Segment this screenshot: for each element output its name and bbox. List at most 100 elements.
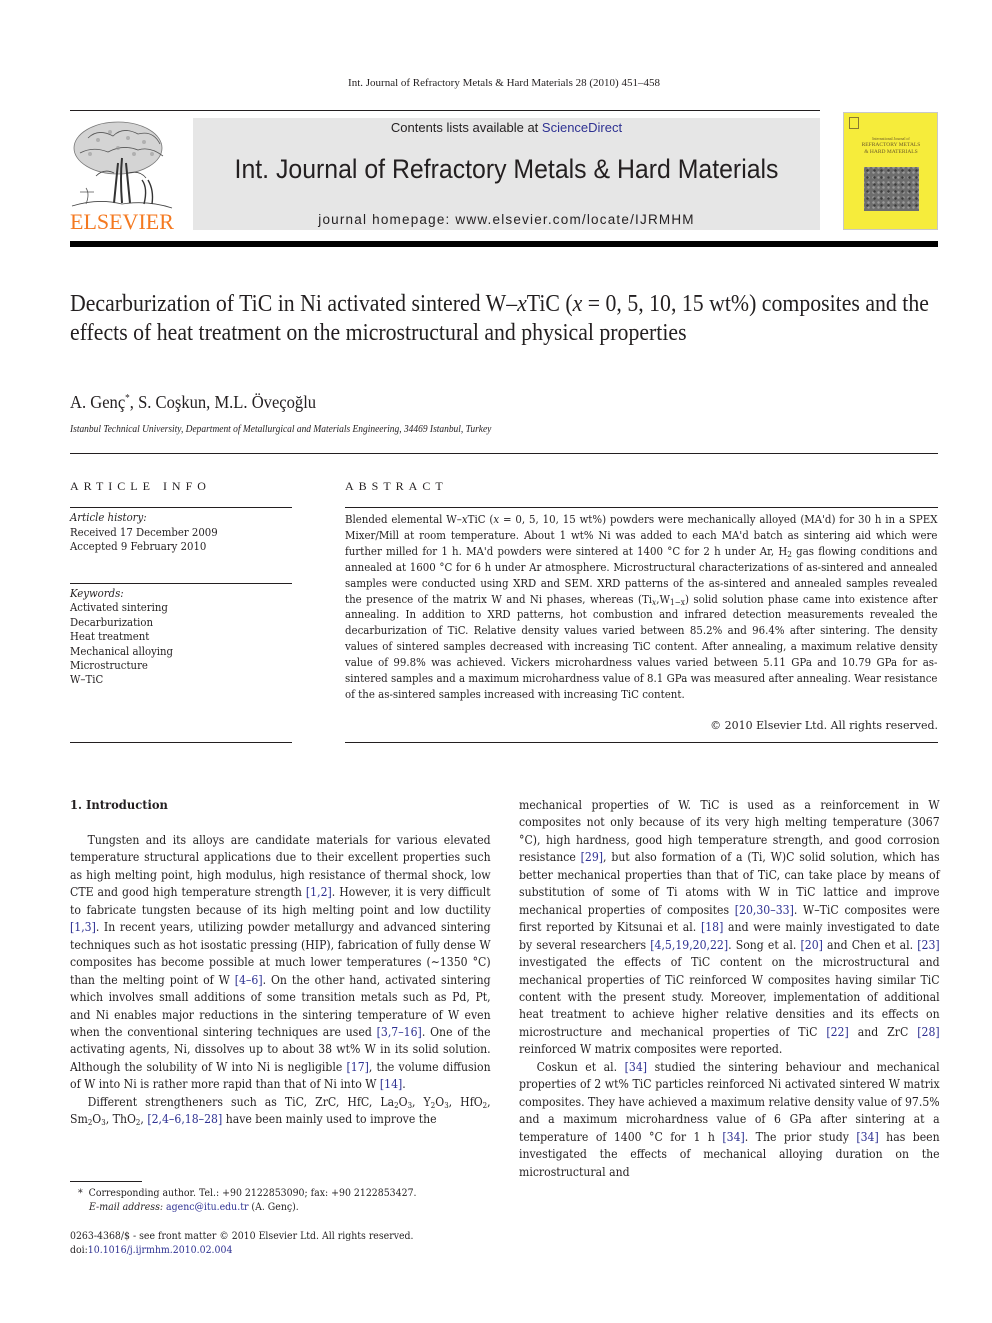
citation-link[interactable]: [34] — [722, 1129, 744, 1144]
article-history: Article history: Received 17 December 20… — [70, 511, 218, 555]
author-names[interactable]: , S. Coşkun, M.L. Öveçoğlu — [130, 392, 316, 412]
abstract-heading: ABSTRACT — [345, 479, 448, 493]
keyword: Heat treatment — [70, 630, 150, 644]
citation-link[interactable]: [2,4–6,18–28] — [147, 1111, 222, 1126]
text-run: . Song et al. — [728, 936, 801, 952]
citation-link[interactable]: [4,5,19,20,22] — [650, 937, 728, 952]
body-column-right: mechanical properties of W. TiC is used … — [519, 796, 940, 1180]
journal-banner: Contents lists available at ScienceDirec… — [193, 118, 820, 230]
citation-link[interactable]: [4–6] — [235, 972, 263, 987]
title-text: x — [572, 290, 583, 317]
citation-link[interactable]: [34] — [856, 1129, 878, 1144]
abstract-subscript: 1−x — [669, 597, 685, 607]
paragraph: mechanical properties of W. TiC is used … — [519, 796, 940, 1058]
citation-link[interactable]: [3,7–16] — [377, 1024, 422, 1039]
keywords-label: Keywords: — [70, 587, 124, 600]
divider — [70, 583, 292, 584]
author-list: A. Genç*, S. Coşkun, M.L. Öveçoğlu — [70, 392, 316, 413]
abstract-fragment: TiC ( — [467, 513, 494, 526]
text-run: O — [92, 1111, 102, 1127]
running-head: Int. Journal of Refractory Metals & Hard… — [348, 77, 660, 89]
citation-link[interactable]: [20] — [801, 937, 823, 952]
citation-link[interactable]: [29] — [581, 849, 603, 864]
text-run: . — [402, 1076, 406, 1092]
citation-link[interactable]: [22] — [826, 1024, 848, 1039]
journal-cover-thumbnail: International Journal of REFRACTORY META… — [843, 112, 938, 230]
paragraph: Tungsten and its alloys are candidate ma… — [70, 831, 491, 1093]
contents-line: Contents lists available at ScienceDirec… — [193, 120, 820, 135]
paragraph: Coskun et al. [34] studied the sintering… — [519, 1058, 940, 1180]
received-date: Received 17 December 2009 — [70, 525, 218, 539]
text-run: and ZrC — [848, 1023, 918, 1039]
cover-title-line: International Journal of — [872, 136, 910, 141]
text-run: Coskun et al. — [536, 1058, 625, 1074]
text-run: . The prior study — [744, 1128, 857, 1144]
abstract-fragment: ) solid solution phase came into existen… — [345, 592, 938, 701]
corresponding-author-info: Corresponding author. Tel.: +90 21228530… — [88, 1188, 417, 1199]
elsevier-wordmark: ELSEVIER — [70, 209, 174, 234]
header-rule — [70, 110, 820, 111]
citation-link[interactable]: [14] — [380, 1076, 402, 1091]
title-text: TiC ( — [526, 290, 573, 317]
journal-title: Int. Journal of Refractory Metals & Hard… — [234, 154, 779, 184]
keyword: Activated sintering — [70, 601, 168, 615]
keyword: Microstructure — [70, 659, 148, 673]
affiliation: Istanbul Technical University, Departmen… — [70, 424, 492, 435]
cover-micrograph-image — [864, 167, 919, 211]
footnote-rule — [70, 1181, 142, 1182]
sciencedirect-link[interactable]: ScienceDirect — [542, 120, 622, 135]
contents-prefix: Contents lists available at — [390, 120, 542, 135]
citation-link[interactable]: [20,30–33] — [735, 902, 794, 917]
title-text: Decarburization of TiC in Ni activated s… — [70, 290, 518, 317]
title-text: x — [517, 290, 527, 317]
abstract-fragment: ,W — [656, 592, 670, 606]
paragraph: Different strengtheners such as TiC, ZrC… — [70, 1093, 491, 1128]
divider — [70, 507, 292, 508]
header-thick-rule — [70, 241, 938, 247]
abstract-fragment: Blended elemental W– — [345, 513, 462, 526]
divider — [345, 507, 938, 508]
author-name[interactable]: A. Genç — [70, 392, 125, 412]
text-run: , — [140, 1111, 148, 1127]
body-column-left: Tungsten and its alloys are candidate ma… — [70, 831, 491, 1128]
cover-elsevier-icon — [849, 117, 859, 129]
footnote: * Corresponding author. Tel.: +90 212285… — [78, 1187, 417, 1215]
citation-link[interactable]: [17] — [347, 1059, 369, 1074]
citation-link[interactable]: [1,2] — [306, 884, 332, 899]
cover-title: International Journal of REFRACTORY META… — [848, 135, 934, 156]
section-heading-introduction: 1. Introduction — [70, 797, 168, 812]
email-label: E-mail address: — [89, 1202, 164, 1213]
doi-link[interactable]: 10.1016/j.ijrmhm.2010.02.004 — [88, 1245, 233, 1256]
keyword: Mechanical alloying — [70, 644, 174, 658]
article-title: Decarburization of TiC in Ni activated s… — [70, 289, 933, 347]
text-run: , Y — [412, 1093, 431, 1109]
citation-link[interactable]: [34] — [625, 1059, 647, 1074]
cover-title-line: REFRACTORY METALS — [861, 142, 921, 148]
text-run: Different strengtheners such as TiC, ZrC… — [87, 1093, 395, 1109]
text-run: have been mainly used to improve the — [222, 1111, 437, 1127]
citation-link[interactable]: [23] — [917, 937, 939, 952]
doi-label: doi: — [70, 1245, 88, 1256]
abstract-copyright: © 2010 Elsevier Ltd. All rights reserved… — [710, 719, 938, 732]
footnote-star: * — [78, 1188, 83, 1199]
citation-link[interactable]: [28] — [917, 1024, 939, 1039]
citation-link[interactable]: [18] — [701, 919, 723, 934]
text-run: , HfO — [448, 1093, 483, 1109]
accepted-date: Accepted 9 February 2010 — [70, 540, 207, 553]
divider — [70, 453, 938, 454]
journal-homepage-link[interactable]: journal homepage: www.elsevier.com/locat… — [193, 212, 820, 227]
front-matter: 0263-4368/$ - see front matter © 2010 El… — [70, 1230, 414, 1258]
cover-title-line: & HARD MATERIALS — [864, 149, 918, 155]
email-suffix: (A. Genç). — [248, 1202, 299, 1213]
article-info-heading: ARTICLE INFO — [70, 479, 211, 493]
email-link[interactable]: agenc@itu.edu.tr — [166, 1202, 248, 1213]
divider — [345, 742, 938, 743]
text-run: O — [435, 1093, 445, 1109]
keyword: W–TiC — [70, 673, 104, 687]
keywords: Keywords: Activated sintering Decarburiz… — [70, 587, 173, 688]
issn-line: 0263-4368/$ - see front matter © 2010 El… — [70, 1231, 414, 1242]
text-run: reinforced W matrix composites were repo… — [519, 1041, 783, 1057]
citation-link[interactable]: [1,3] — [70, 919, 96, 934]
text-run: and Chen et al. — [822, 936, 918, 952]
text-run: , ThO — [105, 1111, 136, 1127]
